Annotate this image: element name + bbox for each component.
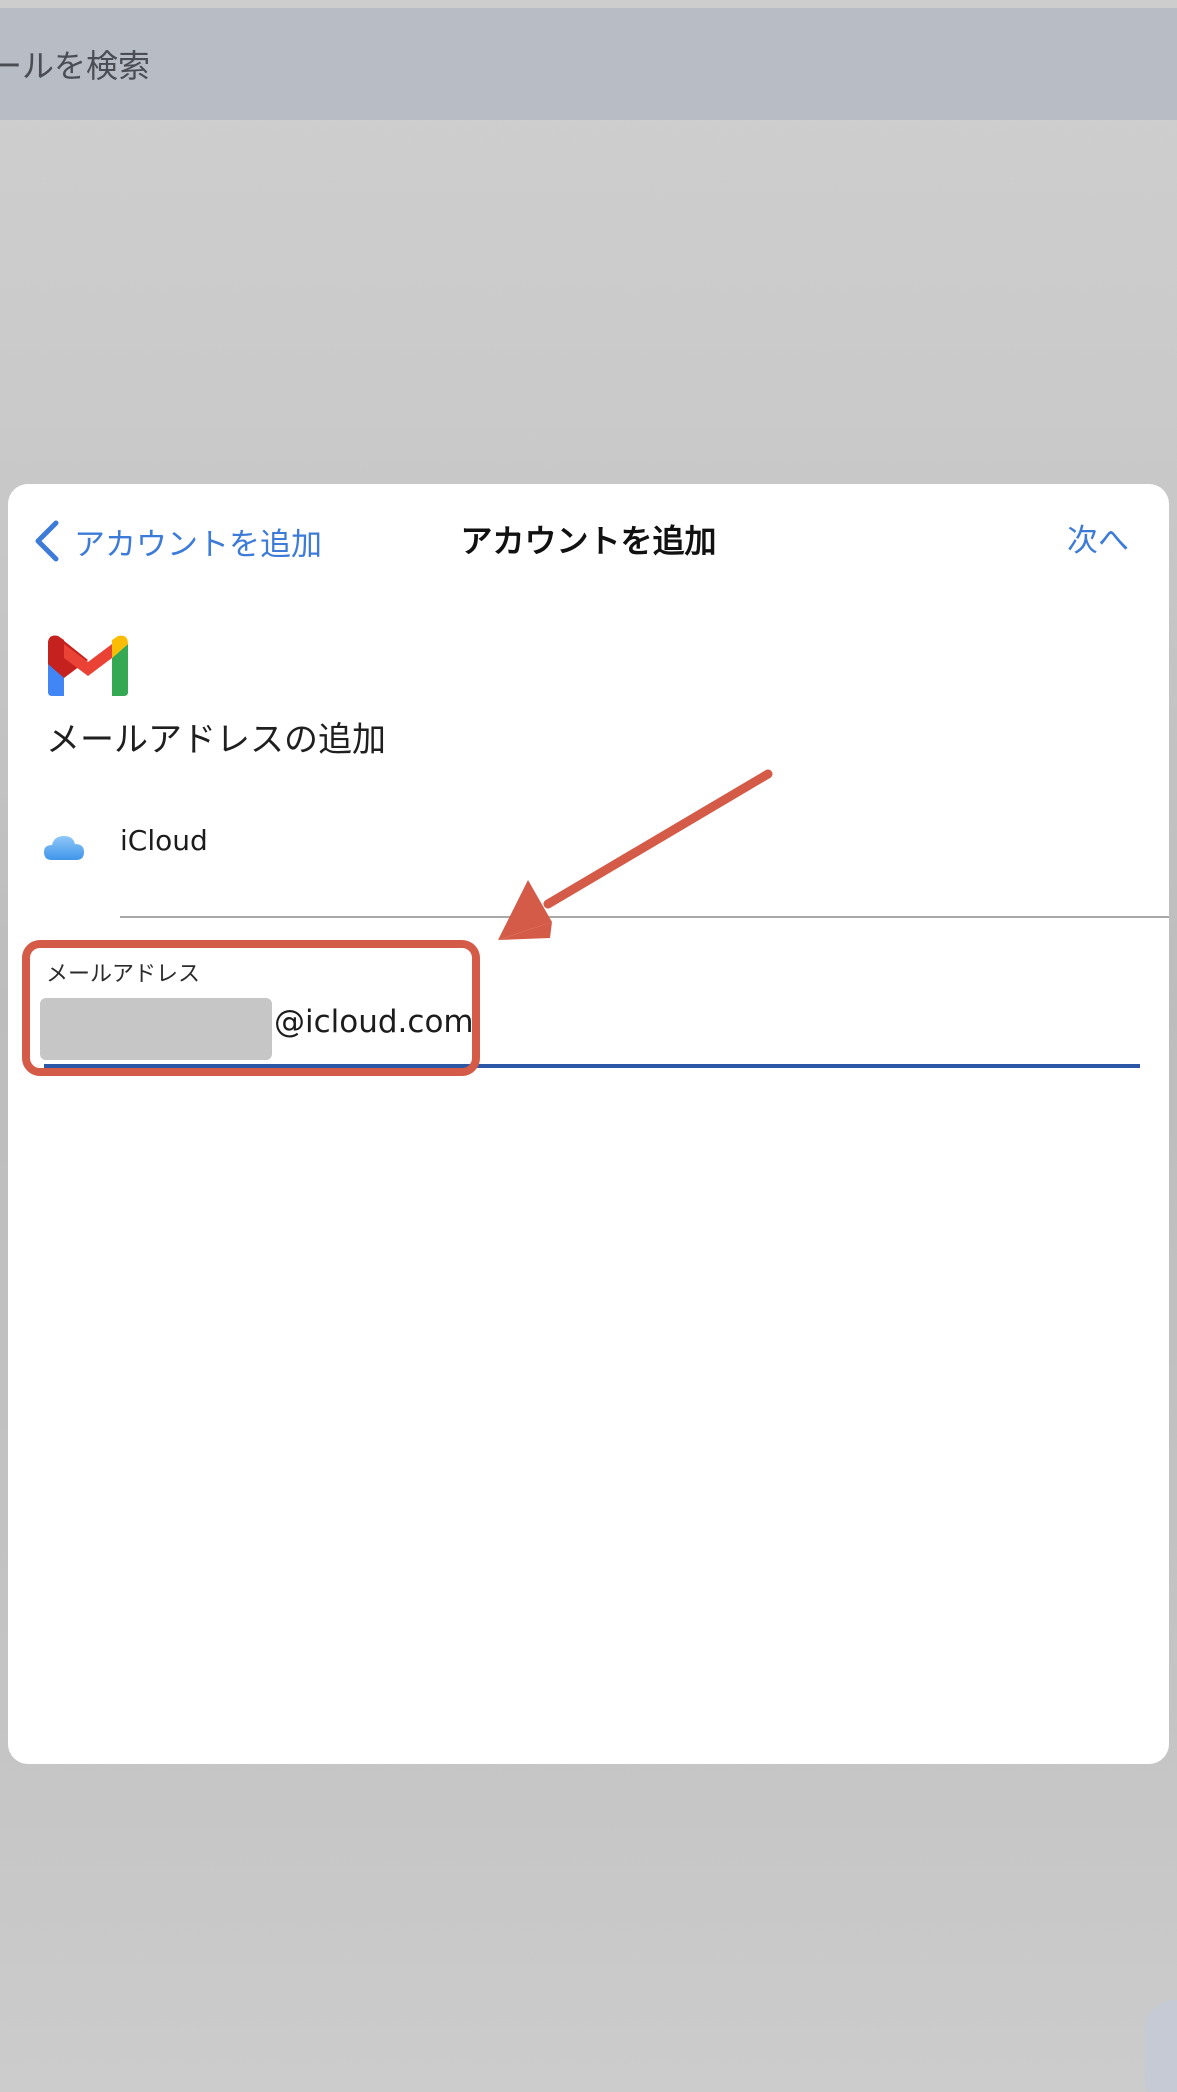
row-divider [120, 916, 1169, 918]
provider-row-icloud[interactable]: iCloud [8, 794, 1169, 918]
next-button[interactable]: 次へ [1067, 516, 1129, 566]
gmail-logo-icon [48, 635, 128, 696]
mail-search-bar[interactable]: ールを検索 [0, 8, 1177, 120]
status-strip [0, 0, 1177, 8]
redacted-username [40, 998, 272, 1060]
email-domain-suffix: @icloud.com [274, 1004, 474, 1040]
email-field-underline [44, 1064, 1140, 1068]
section-heading: メールアドレスの追加 [46, 720, 386, 760]
email-address-field[interactable]: メールアドレス @icloud.com [8, 942, 1169, 1072]
add-account-sheet: アカウントを追加 アカウントを追加 次へ メールアドレスの追加 iCloud メ… [8, 484, 1169, 1764]
search-placeholder: ールを検索 [0, 47, 151, 85]
back-button[interactable]: アカウントを追加 [32, 516, 322, 566]
back-button-label: アカウントを追加 [74, 526, 322, 563]
sheet-navigation-bar: アカウントを追加 アカウントを追加 次へ [8, 484, 1169, 596]
floating-compose-button[interactable] [1145, 2000, 1177, 2092]
chevron-left-icon [35, 520, 59, 562]
provider-label: iCloud [120, 824, 208, 857]
email-field-label: メールアドレス [46, 962, 201, 987]
icloud-icon [44, 836, 84, 860]
